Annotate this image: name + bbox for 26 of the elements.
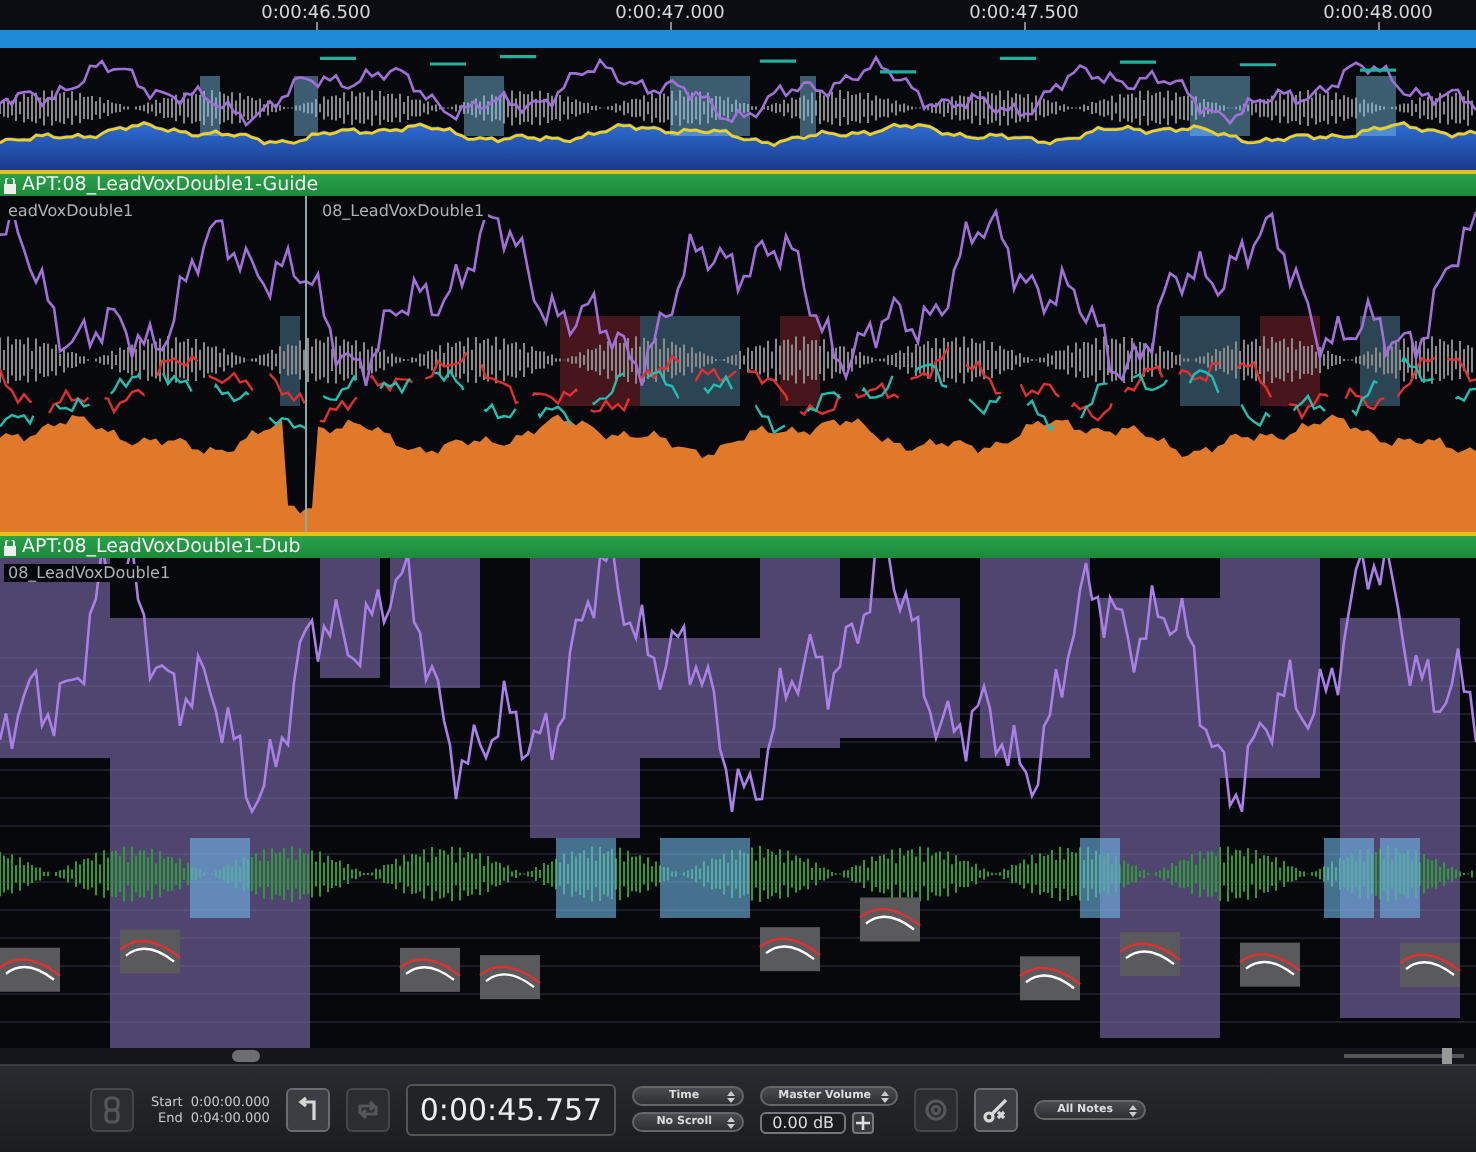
- caret-icon: [1127, 1103, 1138, 1117]
- scissors-button[interactable]: [973, 1087, 1018, 1131]
- loop-icon: [353, 1095, 382, 1123]
- track-name: APT:08_LeadVoxDouble1-Dub: [22, 536, 301, 558]
- time-label: 0:00:47.500: [969, 4, 1079, 24]
- undo-icon: [293, 1095, 322, 1123]
- caret-icon: [726, 1090, 737, 1104]
- lock-icon: [4, 177, 16, 193]
- volume-field[interactable]: 0.00 dB: [760, 1111, 847, 1133]
- zoom-handle[interactable]: [1442, 1048, 1452, 1064]
- caret-icon: [726, 1116, 737, 1130]
- time-label: 0:00:46.500: [261, 4, 371, 24]
- clip-name: 08_LeadVoxDouble1: [4, 564, 175, 582]
- plus-button[interactable]: [852, 1111, 875, 1133]
- plus-icon: [856, 1115, 871, 1129]
- scroll-thumb[interactable]: [232, 1050, 260, 1062]
- track-name: APT:08_LeadVoxDouble1-Guide: [22, 174, 319, 196]
- time-label: 0:00:48.000: [1323, 4, 1433, 24]
- caret-icon: [879, 1089, 890, 1103]
- lock-icon: [4, 539, 16, 555]
- time-label: 0:00:47.000: [615, 4, 725, 24]
- scroll-bar[interactable]: [0, 1048, 1476, 1064]
- undo-button[interactable]: [285, 1087, 330, 1131]
- clip-name: eadVoxDouble1: [4, 202, 138, 220]
- time-display: 0:00:45.757: [405, 1083, 617, 1135]
- clip-name: 08_LeadVoxDouble1: [318, 202, 489, 220]
